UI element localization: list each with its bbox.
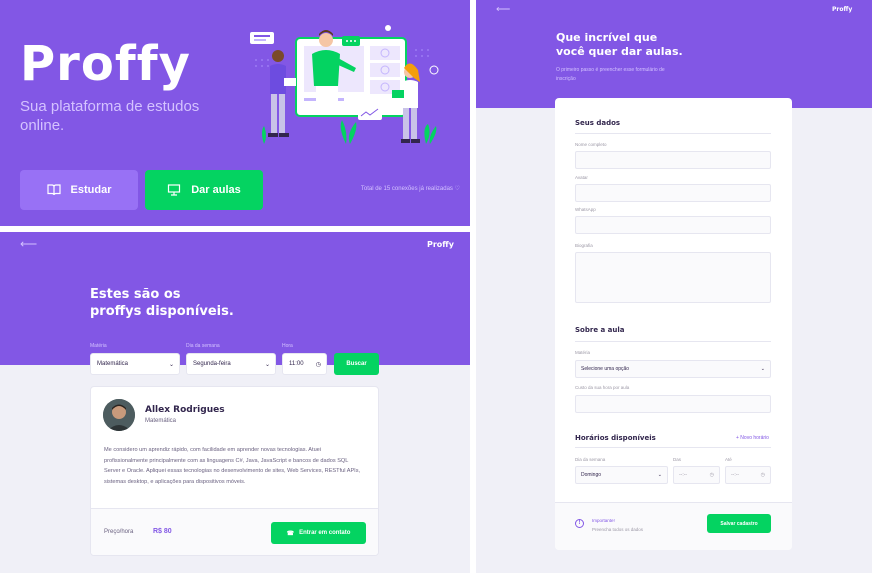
bio-label: Biografia <box>575 243 593 248</box>
warning-icon: ! <box>575 519 584 528</box>
schedule-weekday-label: Dia da semana <box>575 457 606 462</box>
price-value: R$ 80 <box>153 528 172 535</box>
section-divider <box>575 341 771 342</box>
section-class-title: Sobre a aula <box>575 326 625 334</box>
schedule-weekday-value: Domingo <box>581 472 602 478</box>
teacher-bio: Me considero um aprendiz rápido, com fac… <box>104 447 361 485</box>
section-schedule-title: Horários disponíveis <box>575 434 656 442</box>
heart-icon: ♡ <box>454 186 460 192</box>
back-arrow-icon[interactable]: ⟵ <box>496 5 510 15</box>
landing-page: Proffy Sua plataforma de estudos online. <box>0 0 470 226</box>
name-label: Nome completo <box>575 142 607 147</box>
subject-filter-label: Matéria <box>90 343 107 349</box>
contact-button[interactable]: ☎ Entrar em contato <box>271 522 366 544</box>
form-subject-label: Matéria <box>575 350 591 355</box>
teacher-card: Allex Rodrigues Matemática Me considero … <box>90 386 379 556</box>
whatsapp-icon: ☎ <box>286 530 295 537</box>
clock-icon: ◷ <box>760 472 765 478</box>
form-subject-select[interactable]: Selecione uma opção ⌄ <box>575 360 771 378</box>
connections-counter: Total de 15 conexões já realizadas ♡ <box>330 185 460 192</box>
avatar-label: Avatar <box>575 175 588 180</box>
chevron-down-icon: ⌄ <box>264 361 270 368</box>
teacher-list-header: ⟵ Proffy Estes são os proffys disponívei… <box>0 232 470 365</box>
section-divider <box>575 447 771 448</box>
from-time-input[interactable]: --:-- ◷ <box>673 466 720 484</box>
form-header: ⟵ Proffy Que incrível que você quer dar … <box>476 0 872 108</box>
whatsapp-field[interactable] <box>575 216 771 234</box>
subject-filter-value: Matemática <box>97 361 129 367</box>
chevron-down-icon: ⌄ <box>760 366 765 372</box>
proffy-logo: Proffy <box>20 36 191 92</box>
form-page-subtitle: O primeiro passo é preencher esse formul… <box>556 67 665 82</box>
name-field[interactable] <box>575 151 771 169</box>
study-button-label: Estudar <box>70 184 112 196</box>
hero-illustration <box>250 25 439 144</box>
form-title-line-1: Que incrível que <box>556 31 658 44</box>
chevron-down-icon: ⌄ <box>168 361 174 368</box>
schedule-weekday-select[interactable]: Domingo ⌄ <box>575 466 668 484</box>
section-your-data-title: Seus dados <box>575 119 621 127</box>
teacher-name: Allex Rodrigues <box>145 405 225 415</box>
connections-text: Total de 15 conexões já realizadas <box>360 186 453 192</box>
weekday-filter-value: Segunda-feira <box>193 361 231 367</box>
form-footer: ! Importante! Preencha todos os dados Sa… <box>555 502 792 550</box>
new-time-button[interactable]: + Novo horário <box>736 435 769 441</box>
save-button[interactable]: Salvar cadastro <box>707 514 771 533</box>
teacher-list-page: ⟵ Proffy Estes são os proffys disponívei… <box>0 232 470 573</box>
teacher-subject: Matemática <box>145 418 177 424</box>
from-time-value: --:-- <box>679 472 688 478</box>
whatsapp-label: WhatsApp <box>575 207 596 212</box>
back-arrow-icon[interactable]: ⟵ <box>20 238 37 250</box>
time-filter-input[interactable]: 11:00 ◷ <box>282 353 327 375</box>
cost-label: Custo da sua hora por aula <box>575 385 630 390</box>
give-classes-button[interactable]: Dar aulas <box>145 170 263 210</box>
to-time-value: --:-- <box>731 472 740 478</box>
person-icon <box>103 399 135 431</box>
teacher-form: Seus dados Nome completo Avatar WhatsApp… <box>555 98 792 550</box>
page-title: Estes são os proffys disponíveis. <box>90 286 234 320</box>
form-subject-placeholder: Selecione uma opção <box>581 366 630 372</box>
teacher-card-footer: Preço/hora R$ 80 ☎ Entrar em contato <box>91 508 378 555</box>
landing-tagline: Sua plataforma de estudos online. <box>20 98 200 134</box>
teacher-avatar <box>103 399 135 431</box>
book-icon <box>46 184 61 196</box>
warning-text: Preencha todos os dados <box>592 527 644 532</box>
bio-textarea[interactable] <box>575 252 771 303</box>
to-time-input[interactable]: --:-- ◷ <box>725 466 771 484</box>
weekday-filter-select[interactable]: Segunda-feira ⌄ <box>186 353 276 375</box>
presentation-icon <box>168 184 181 196</box>
section-divider <box>575 133 771 134</box>
clock-icon: ◷ <box>315 361 321 368</box>
weekday-filter-label: Dia da semana <box>186 343 220 349</box>
to-label: Até <box>725 457 732 462</box>
page-title-line-1: Estes são os <box>90 287 181 302</box>
chevron-down-icon: ⌄ <box>657 472 662 478</box>
search-button[interactable]: Buscar <box>334 353 379 375</box>
give-classes-button-label: Dar aulas <box>191 184 241 196</box>
app-collage: Proffy Sua plataforma de estudos online. <box>0 0 872 573</box>
clock-icon: ◷ <box>709 472 714 478</box>
price-label: Preço/hora <box>104 529 134 535</box>
contact-button-label: Entrar em contato <box>299 530 351 536</box>
page-title-line-2: proffys disponíveis. <box>90 304 234 319</box>
time-filter-label: Hora <box>282 343 293 349</box>
study-button[interactable]: Estudar <box>20 170 138 210</box>
avatar-field[interactable] <box>575 184 771 202</box>
from-label: Das <box>673 457 682 462</box>
header-logo: Proffy <box>832 6 853 13</box>
cost-field[interactable] <box>575 395 771 413</box>
teacher-form-page: ⟵ Proffy Que incrível que você quer dar … <box>476 0 872 573</box>
form-page-title: Que incrível que você quer dar aulas. <box>556 31 683 59</box>
time-filter-value: 11:00 <box>289 361 304 367</box>
subject-filter-select[interactable]: Matemática ⌄ <box>90 353 180 375</box>
form-title-line-2: você quer dar aulas. <box>556 45 683 58</box>
warning-title: Importante! <box>592 518 615 523</box>
header-logo: Proffy <box>427 240 454 249</box>
